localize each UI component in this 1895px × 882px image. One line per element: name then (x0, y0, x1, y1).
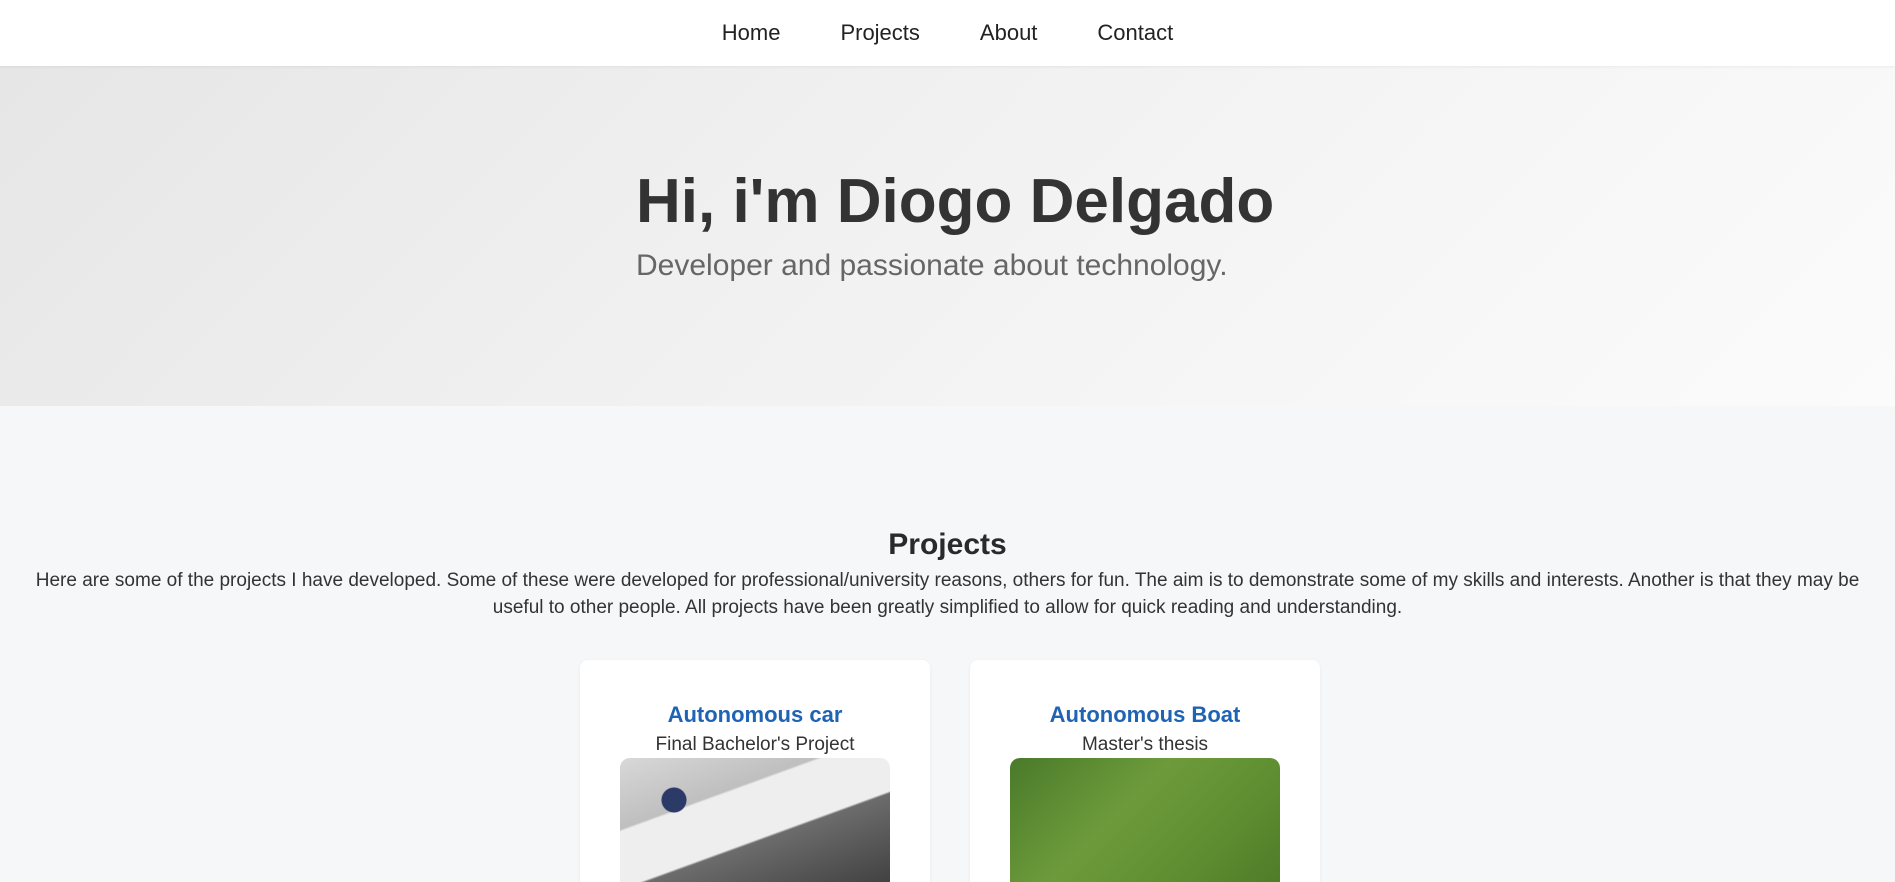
hero-section: Hi, i'm Diogo Delgado Developer and pass… (0, 66, 1895, 406)
autonomous-boat-photo (1010, 758, 1280, 882)
project-card-title[interactable]: Autonomous car (580, 702, 930, 728)
nav-contact-link[interactable]: Contact (1097, 20, 1173, 46)
hero-subtitle: Developer and passionate about technolog… (636, 249, 1228, 282)
nav-projects-link[interactable]: Projects (840, 20, 919, 46)
nav-home-link[interactable]: Home (722, 20, 781, 46)
top-navbar: Home Projects About Contact (0, 0, 1895, 66)
hero-title: Hi, i'm Diogo Delgado (636, 167, 1275, 236)
project-card-subtitle: Master's thesis (1081, 734, 1209, 755)
projects-title: Projects (888, 528, 1007, 561)
project-card-autonomous-boat[interactable]: Autonomous Boat Master's thesis (970, 660, 1320, 882)
autonomous-car-photo (620, 758, 890, 882)
project-card-title[interactable]: Autonomous Boat (970, 702, 1320, 728)
projects-description: Here are some of the projects I have dev… (35, 570, 1860, 618)
nav-about-link[interactable]: About (980, 20, 1038, 46)
project-card-autonomous-car[interactable]: Autonomous car Final Bachelor's Project (580, 660, 930, 882)
project-card-subtitle: Final Bachelor's Project (655, 734, 855, 755)
